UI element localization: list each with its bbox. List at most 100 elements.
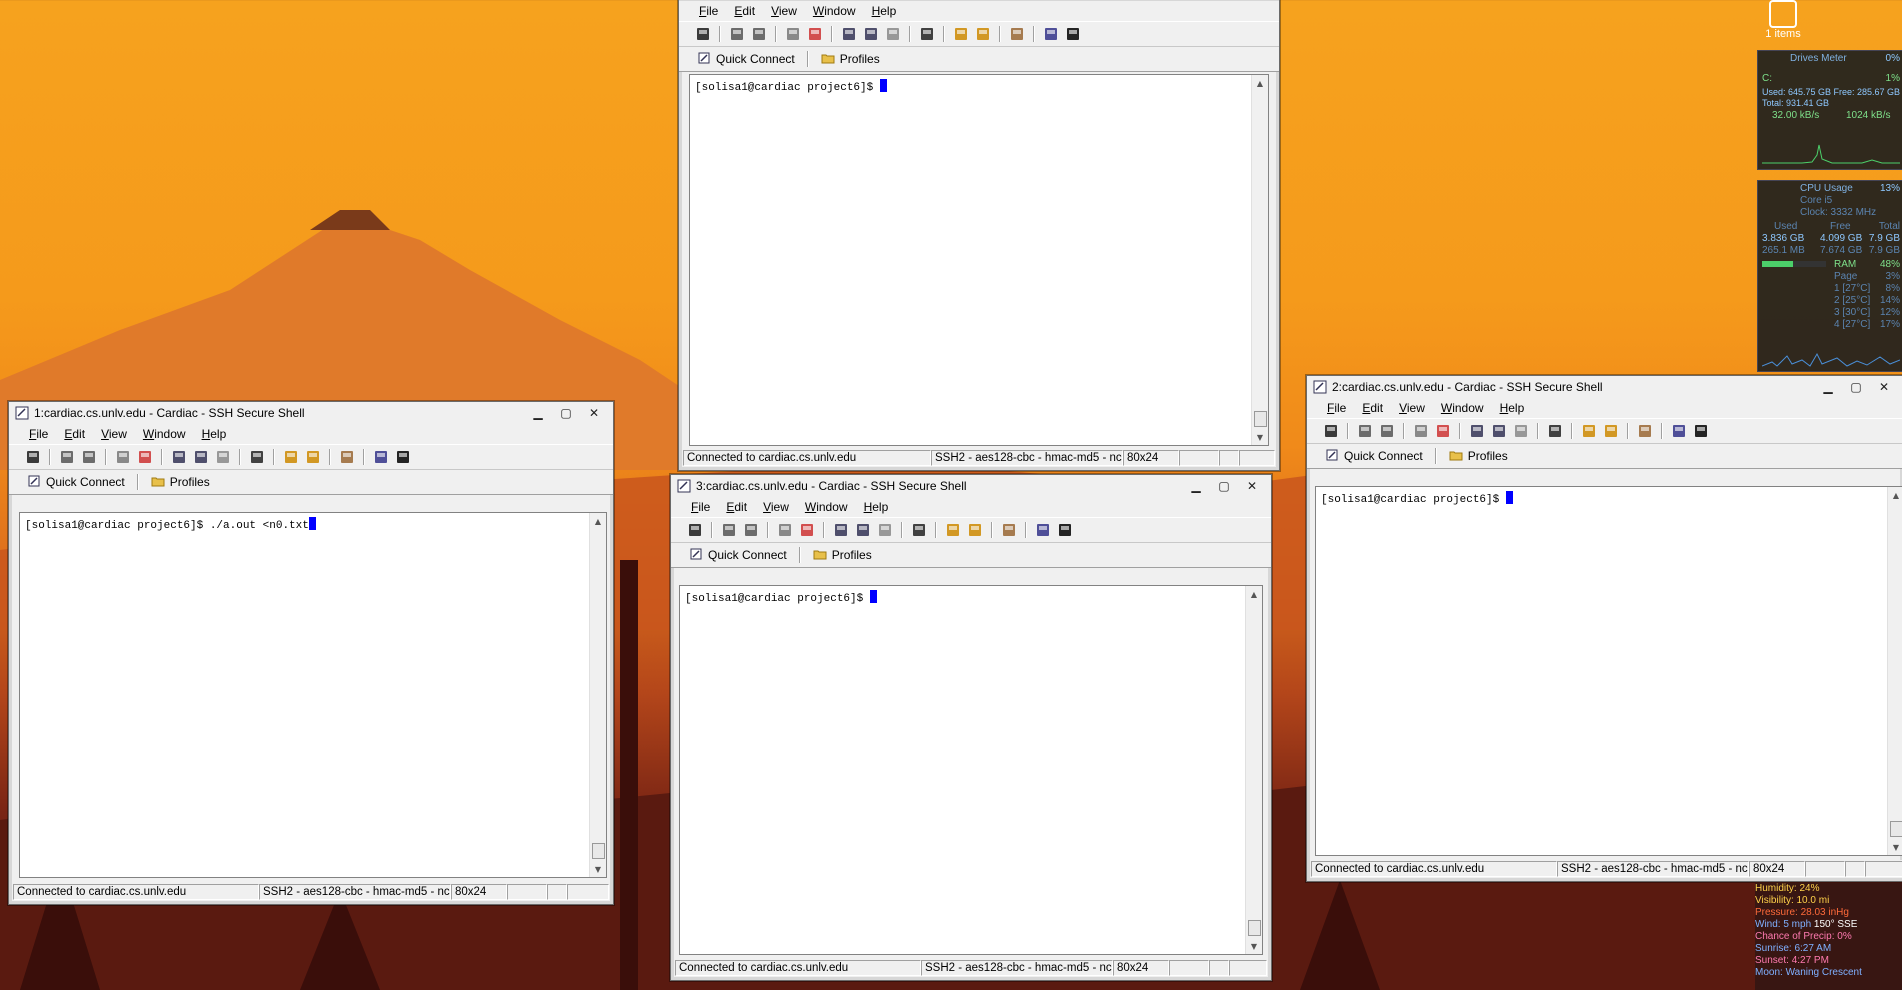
menu-help[interactable]: Help bbox=[1500, 401, 1525, 415]
menu-edit[interactable]: Edit bbox=[1362, 401, 1383, 415]
profiles-button[interactable]: Profiles bbox=[145, 472, 216, 492]
settings-icon[interactable] bbox=[337, 448, 357, 466]
save-icon[interactable] bbox=[23, 448, 43, 466]
find-icon[interactable] bbox=[909, 521, 929, 539]
minimize-button[interactable]: ▁ bbox=[1183, 477, 1209, 495]
paste-icon[interactable] bbox=[861, 25, 881, 43]
menu-file[interactable]: File bbox=[691, 500, 710, 514]
settings-icon[interactable] bbox=[999, 521, 1019, 539]
paste-icon[interactable] bbox=[191, 448, 211, 466]
minimize-button[interactable]: ▁ bbox=[525, 404, 551, 422]
menu-help[interactable]: Help bbox=[872, 4, 897, 18]
connect-icon[interactable] bbox=[797, 521, 817, 539]
minimize-button[interactable]: ▁ bbox=[1815, 378, 1841, 396]
ssh-window-top[interactable]: File Edit View Window Help Quick Connect… bbox=[678, 0, 1280, 471]
menu-edit[interactable]: Edit bbox=[726, 500, 747, 514]
profiles-button[interactable]: Profiles bbox=[807, 545, 878, 565]
maximize-button[interactable]: ▢ bbox=[553, 404, 579, 422]
menu-edit[interactable]: Edit bbox=[734, 4, 755, 18]
vertical-scrollbar[interactable]: ▲ ▼ bbox=[589, 513, 606, 877]
paste-special-icon[interactable] bbox=[875, 521, 895, 539]
print-preview-icon[interactable] bbox=[79, 448, 99, 466]
print-icon[interactable] bbox=[1355, 422, 1375, 440]
maximize-button[interactable]: ▢ bbox=[1843, 378, 1869, 396]
title-bar[interactable]: 3:cardiac.cs.unlv.edu - Cardiac - SSH Se… bbox=[671, 475, 1271, 497]
paste-icon[interactable] bbox=[853, 521, 873, 539]
menu-view[interactable]: View bbox=[1399, 401, 1425, 415]
vertical-scrollbar[interactable]: ▲ ▼ bbox=[1245, 586, 1262, 954]
menu-edit[interactable]: Edit bbox=[64, 427, 85, 441]
print-preview-icon[interactable] bbox=[741, 521, 761, 539]
help-book-icon[interactable] bbox=[1041, 25, 1061, 43]
connect-icon[interactable] bbox=[135, 448, 155, 466]
menu-file[interactable]: File bbox=[29, 427, 48, 441]
title-bar[interactable]: 1:cardiac.cs.unlv.edu - Cardiac - SSH Se… bbox=[9, 402, 613, 424]
menu-window[interactable]: Window bbox=[813, 4, 856, 18]
save-icon[interactable] bbox=[685, 521, 705, 539]
new-terminal-icon[interactable] bbox=[1579, 422, 1599, 440]
close-button[interactable]: ✕ bbox=[1871, 378, 1897, 396]
find-icon[interactable] bbox=[1545, 422, 1565, 440]
help-book-icon[interactable] bbox=[1669, 422, 1689, 440]
menu-window[interactable]: Window bbox=[805, 500, 848, 514]
disconnect-icon[interactable] bbox=[113, 448, 133, 466]
desktop-recycle-icon[interactable]: 1 items bbox=[1753, 0, 1813, 40]
terminal-area[interactable]: [solisa1@cardiac project6]$ ▲ ▼ bbox=[689, 74, 1269, 446]
terminal-area[interactable]: [solisa1@cardiac project6]$ ▲ ▼ bbox=[1315, 486, 1902, 856]
disconnect-icon[interactable] bbox=[1411, 422, 1431, 440]
menu-file[interactable]: File bbox=[699, 4, 718, 18]
find-icon[interactable] bbox=[247, 448, 267, 466]
ssh-window-1[interactable]: 1:cardiac.cs.unlv.edu - Cardiac - SSH Se… bbox=[8, 401, 614, 905]
disconnect-icon[interactable] bbox=[775, 521, 795, 539]
whats-this-icon[interactable] bbox=[393, 448, 413, 466]
print-icon[interactable] bbox=[719, 521, 739, 539]
ssh-window-3[interactable]: 3:cardiac.cs.unlv.edu - Cardiac - SSH Se… bbox=[670, 474, 1272, 981]
vertical-scrollbar[interactable]: ▲ ▼ bbox=[1887, 487, 1902, 855]
find-icon[interactable] bbox=[917, 25, 937, 43]
menu-window[interactable]: Window bbox=[143, 427, 186, 441]
print-preview-icon[interactable] bbox=[1377, 422, 1397, 440]
close-button[interactable]: ✕ bbox=[581, 404, 607, 422]
menu-view[interactable]: View bbox=[101, 427, 127, 441]
print-preview-icon[interactable] bbox=[749, 25, 769, 43]
connect-icon[interactable] bbox=[805, 25, 825, 43]
copy-icon[interactable] bbox=[1467, 422, 1487, 440]
menu-help[interactable]: Help bbox=[864, 500, 889, 514]
quick-connect-button[interactable]: Quick Connect bbox=[683, 545, 793, 565]
whats-this-icon[interactable] bbox=[1691, 422, 1711, 440]
close-button[interactable]: ✕ bbox=[1239, 477, 1265, 495]
copy-icon[interactable] bbox=[169, 448, 189, 466]
paste-icon[interactable] bbox=[1489, 422, 1509, 440]
paste-special-icon[interactable] bbox=[1511, 422, 1531, 440]
quick-connect-button[interactable]: Quick Connect bbox=[21, 472, 131, 492]
quick-connect-button[interactable]: Quick Connect bbox=[691, 49, 801, 69]
whats-this-icon[interactable] bbox=[1063, 25, 1083, 43]
menu-window[interactable]: Window bbox=[1441, 401, 1484, 415]
paste-special-icon[interactable] bbox=[213, 448, 233, 466]
new-terminal-icon[interactable] bbox=[943, 521, 963, 539]
sftp-icon[interactable] bbox=[973, 25, 993, 43]
help-book-icon[interactable] bbox=[371, 448, 391, 466]
menu-view[interactable]: View bbox=[763, 500, 789, 514]
terminal-area[interactable]: [solisa1@cardiac project6]$ ▲ ▼ bbox=[679, 585, 1263, 955]
copy-icon[interactable] bbox=[839, 25, 859, 43]
menu-view[interactable]: View bbox=[771, 4, 797, 18]
menu-help[interactable]: Help bbox=[202, 427, 227, 441]
copy-icon[interactable] bbox=[831, 521, 851, 539]
print-icon[interactable] bbox=[727, 25, 747, 43]
sftp-icon[interactable] bbox=[303, 448, 323, 466]
settings-icon[interactable] bbox=[1007, 25, 1027, 43]
save-icon[interactable] bbox=[693, 25, 713, 43]
maximize-button[interactable]: ▢ bbox=[1211, 477, 1237, 495]
paste-special-icon[interactable] bbox=[883, 25, 903, 43]
whats-this-icon[interactable] bbox=[1055, 521, 1075, 539]
new-terminal-icon[interactable] bbox=[281, 448, 301, 466]
sftp-icon[interactable] bbox=[965, 521, 985, 539]
new-terminal-icon[interactable] bbox=[951, 25, 971, 43]
help-book-icon[interactable] bbox=[1033, 521, 1053, 539]
profiles-button[interactable]: Profiles bbox=[815, 49, 886, 69]
title-bar[interactable]: 2:cardiac.cs.unlv.edu - Cardiac - SSH Se… bbox=[1307, 376, 1902, 398]
save-icon[interactable] bbox=[1321, 422, 1341, 440]
menu-file[interactable]: File bbox=[1327, 401, 1346, 415]
sftp-icon[interactable] bbox=[1601, 422, 1621, 440]
